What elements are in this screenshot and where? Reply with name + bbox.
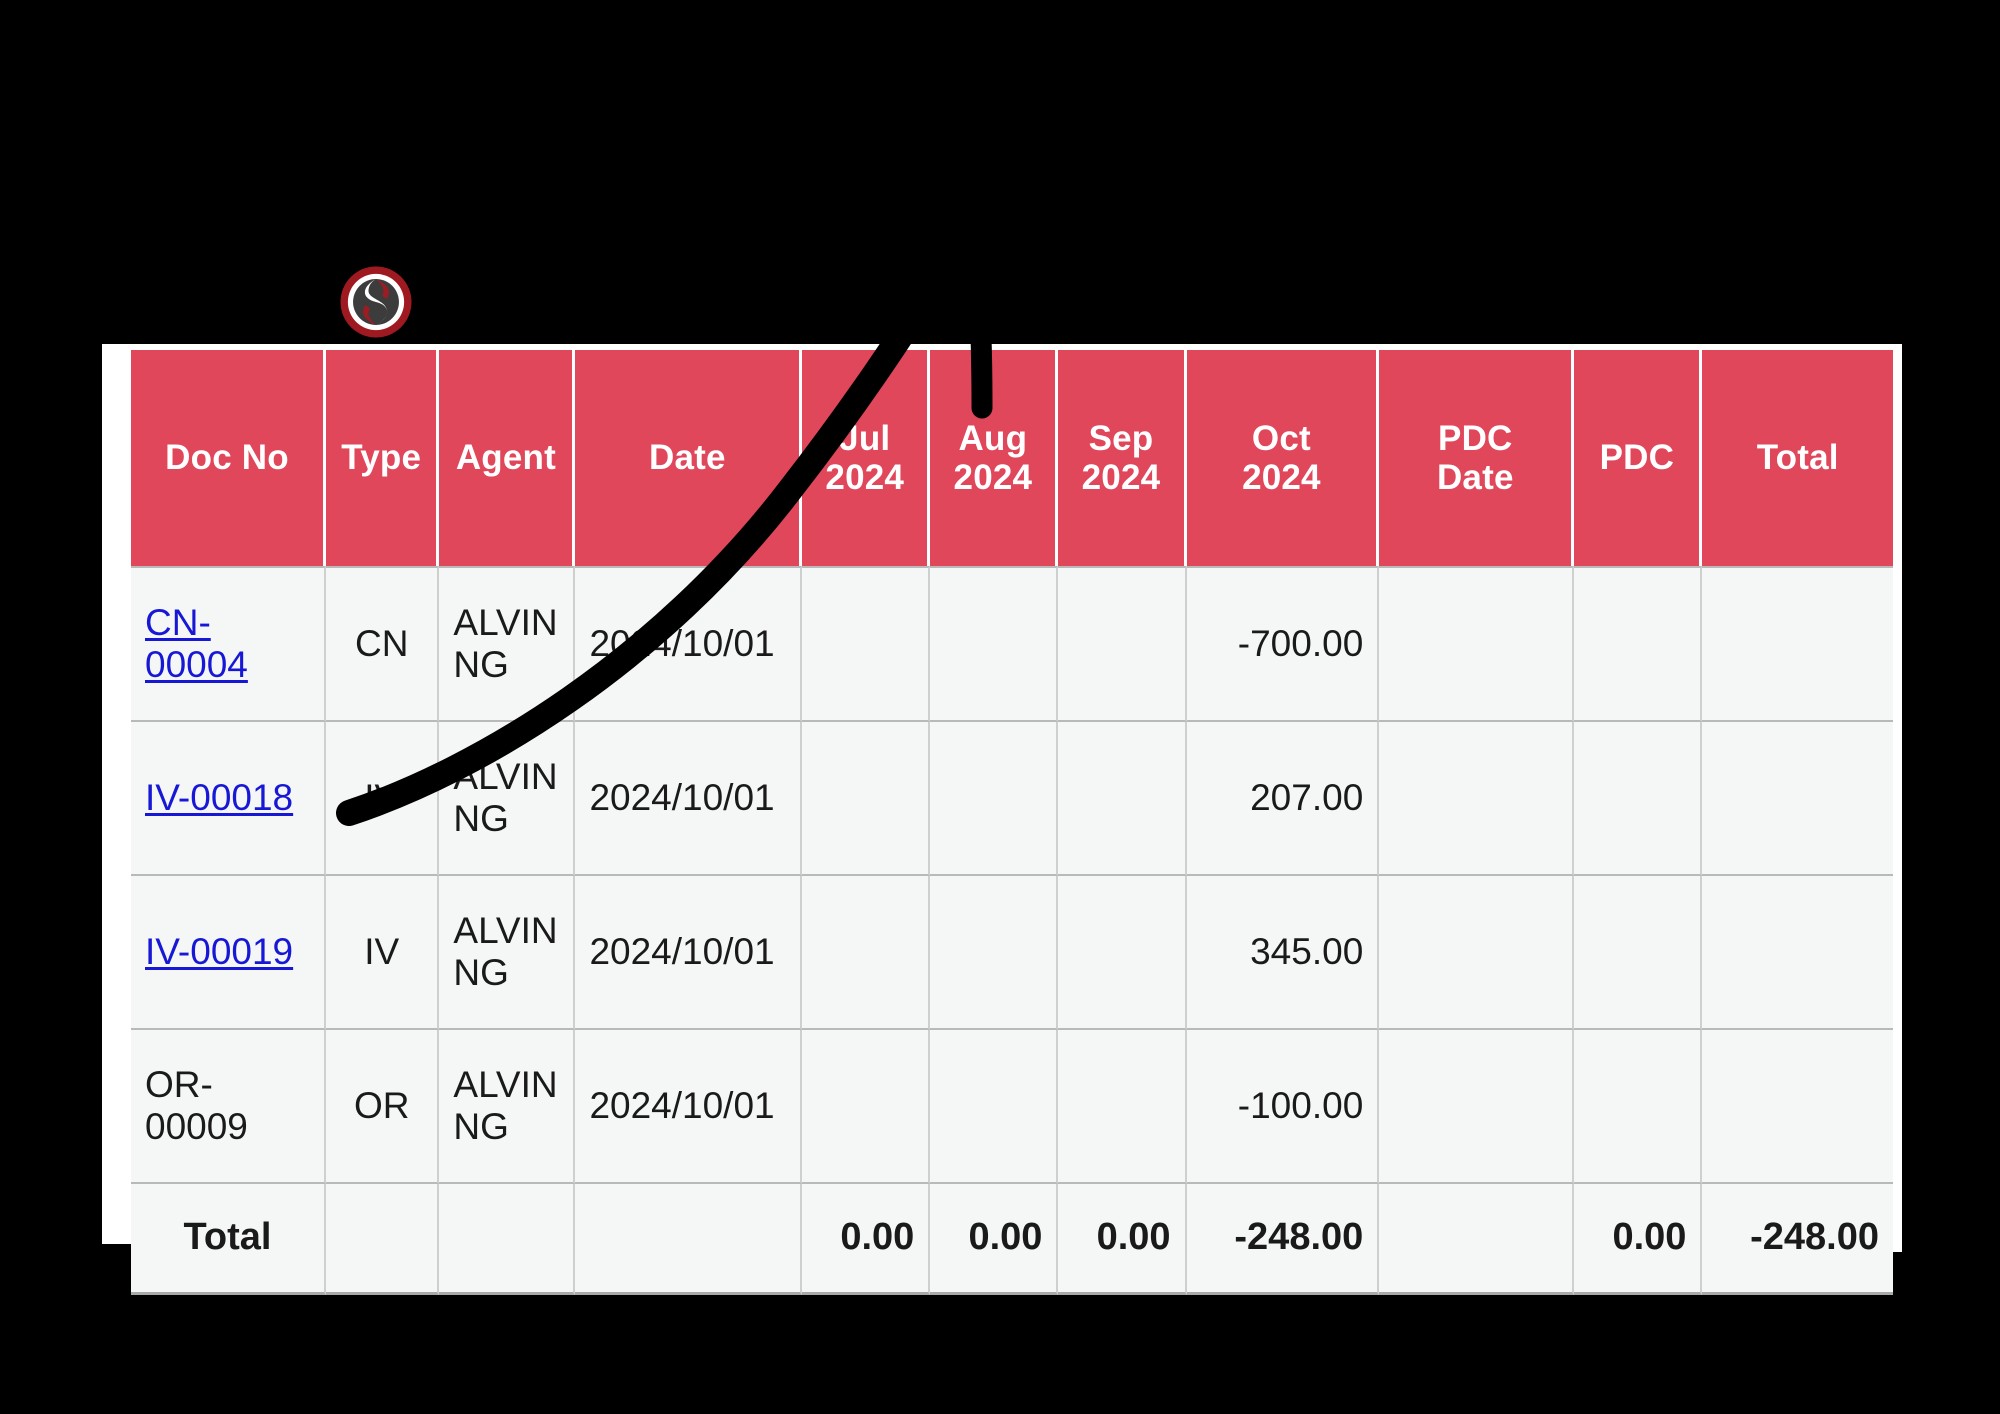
cell-jul-2024 [802, 566, 931, 722]
cell-agent: ALVIN NG [439, 722, 576, 876]
column-header-oct-2024[interactable]: Oct 2024 [1186, 350, 1380, 566]
cell-agent: ALVIN NG [439, 1030, 576, 1184]
doc-no-link[interactable]: IV-00019 [145, 931, 293, 972]
cell-total-pdc-date [1379, 1184, 1575, 1295]
cell-type: IV [326, 876, 440, 1030]
cell-total [1702, 1030, 1893, 1184]
column-header-type[interactable]: Type [326, 350, 440, 566]
column-header-jul-2024-month: Jul [839, 418, 891, 458]
cell-total [1702, 876, 1893, 1030]
cell-total-pdc: 0.00 [1574, 1184, 1703, 1295]
column-header-agent[interactable]: Agent [439, 350, 576, 566]
cell-total-label: Total [131, 1184, 327, 1295]
column-header-oct-2024-month: Oct [1251, 418, 1311, 458]
column-header-pdc-date-line2: Date [1436, 458, 1514, 497]
cell-oct-2024: -100.00 [1186, 1030, 1380, 1184]
table-row: OR-00009 OR ALVIN NG 2024/10/01 -100.00 [131, 1030, 1893, 1184]
cell-sep-2024 [1058, 1030, 1187, 1184]
cell-oct-2024: 345.00 [1186, 876, 1380, 1030]
cell-type: CN [326, 566, 440, 722]
table-header: Doc No Type Agent Date Jul 2024 Aug 2024… [131, 350, 1893, 566]
cell-aug-2024 [930, 566, 1059, 722]
table-row: IV-00019 IV ALVIN NG 2024/10/01 345.00 [131, 876, 1893, 1030]
column-header-total-label: Total [1756, 438, 1839, 478]
cell-total-date [575, 1184, 803, 1295]
ageing-report-table: Doc No Type Agent Date Jul 2024 Aug 2024… [131, 350, 1893, 1295]
column-header-pdc-date[interactable]: PDC Date [1379, 350, 1575, 566]
column-header-type-label: Type [341, 438, 422, 478]
column-header-doc-no-label: Doc No [165, 438, 289, 478]
cell-pdc-date [1379, 566, 1575, 722]
table-footer: Total 0.00 0.00 0.00 -248.00 0.00 -248.00 [131, 1184, 1893, 1295]
cell-doc-no[interactable]: IV-00018 [131, 722, 327, 876]
column-header-date[interactable]: Date [575, 350, 803, 566]
cell-jul-2024 [802, 876, 931, 1030]
column-header-sep-2024[interactable]: Sep 2024 [1058, 350, 1187, 566]
cell-pdc [1574, 722, 1703, 876]
table-row: IV-00018 IV ALVIN NG 2024/10/01 207.00 [131, 722, 1893, 876]
doc-no-text: OR-00009 [145, 1063, 248, 1147]
cell-aug-2024 [930, 876, 1059, 1030]
cell-sep-2024 [1058, 722, 1187, 876]
ageing-report-table-container: Doc No Type Agent Date Jul 2024 Aug 2024… [131, 350, 1893, 1295]
cell-aug-2024 [930, 1030, 1059, 1184]
cell-doc-no[interactable]: CN-00004 [131, 566, 327, 722]
column-header-date-label: Date [648, 438, 726, 478]
cell-pdc [1574, 1030, 1703, 1184]
cell-type: IV [326, 722, 440, 876]
column-header-sep-2024-month: Sep [1088, 418, 1154, 458]
doc-no-link[interactable]: CN-00004 [145, 602, 248, 685]
doc-no-link[interactable]: IV-00018 [145, 777, 293, 818]
column-header-pdc-date-line1: PDC [1438, 418, 1513, 458]
column-header-jul-2024-year: 2024 [825, 458, 905, 497]
cell-total [1702, 722, 1893, 876]
table-header-row: Doc No Type Agent Date Jul 2024 Aug 2024… [131, 350, 1893, 566]
cell-sep-2024 [1058, 566, 1187, 722]
cell-doc-no[interactable]: IV-00019 [131, 876, 327, 1030]
cell-agent: ALVIN NG [439, 876, 576, 1030]
column-header-doc-no[interactable]: Doc No [131, 350, 327, 566]
table-row: CN-00004 CN ALVIN NG 2024/10/01 -700.00 [131, 566, 1893, 722]
cell-total-sep-2024: 0.00 [1058, 1184, 1187, 1295]
cell-type: OR [326, 1030, 440, 1184]
cell-date: 2024/10/01 [575, 1030, 803, 1184]
column-header-total[interactable]: Total [1702, 350, 1893, 566]
cell-total-jul-2024: 0.00 [802, 1184, 931, 1295]
cell-sep-2024 [1058, 876, 1187, 1030]
column-header-sep-2024-year: 2024 [1081, 458, 1161, 497]
cell-pdc-date [1379, 722, 1575, 876]
cell-date: 2024/10/01 [575, 722, 803, 876]
cell-pdc-date [1379, 1030, 1575, 1184]
table-total-row: Total 0.00 0.00 0.00 -248.00 0.00 -248.00 [131, 1184, 1893, 1295]
cell-doc-no: OR-00009 [131, 1030, 327, 1184]
cell-date: 2024/10/01 [575, 876, 803, 1030]
table-body: CN-00004 CN ALVIN NG 2024/10/01 -700.00 IV-00… [131, 566, 1893, 1184]
cell-agent: ALVIN NG [439, 566, 576, 722]
cell-pdc-date [1379, 876, 1575, 1030]
column-header-pdc[interactable]: PDC [1574, 350, 1703, 566]
cell-date: 2024/10/01 [575, 566, 803, 722]
column-header-oct-2024-year: 2024 [1242, 458, 1321, 497]
cell-total [1702, 566, 1893, 722]
column-header-aug-2024[interactable]: Aug 2024 [930, 350, 1059, 566]
s-monogram-circle-logo [339, 265, 413, 339]
cell-oct-2024: -700.00 [1186, 566, 1380, 722]
column-header-agent-label: Agent [455, 438, 556, 478]
column-header-jul-2024[interactable]: Jul 2024 [802, 350, 931, 566]
cell-pdc [1574, 876, 1703, 1030]
cell-jul-2024 [802, 722, 931, 876]
column-header-aug-2024-month: Aug [958, 418, 1028, 458]
cell-total-type [326, 1184, 440, 1295]
column-header-pdc-label: PDC [1599, 438, 1675, 478]
cell-jul-2024 [802, 1030, 931, 1184]
column-header-aug-2024-year: 2024 [953, 458, 1033, 497]
cell-total-aug-2024: 0.00 [930, 1184, 1059, 1295]
cell-aug-2024 [930, 722, 1059, 876]
cell-pdc [1574, 566, 1703, 722]
cell-total-agent [439, 1184, 576, 1295]
cell-total-oct-2024: -248.00 [1186, 1184, 1380, 1295]
cell-total-total: -248.00 [1702, 1184, 1893, 1295]
cell-oct-2024: 207.00 [1186, 722, 1380, 876]
